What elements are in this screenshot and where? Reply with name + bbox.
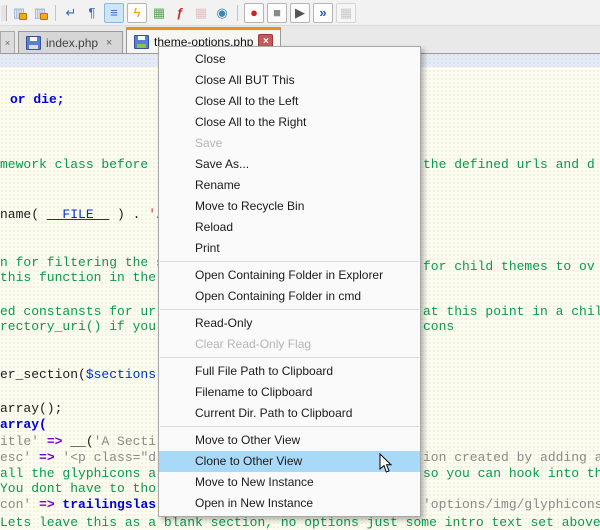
word-wrap-icon[interactable]: ↵ bbox=[62, 4, 80, 22]
monitoring-eye-icon[interactable]: ◉ bbox=[213, 4, 231, 22]
partial-toolbar-icon bbox=[1, 5, 7, 21]
toolbar-separator bbox=[55, 5, 56, 21]
function-list-icon-glyph: ƒ bbox=[176, 6, 183, 19]
macro-record-icon-glyph: ● bbox=[250, 6, 258, 19]
macro-run-multiple-icon[interactable]: » bbox=[313, 3, 333, 23]
lightning-icon[interactable]: ϟ bbox=[127, 3, 147, 23]
menu-item[interactable]: Move to New Instance bbox=[159, 472, 420, 493]
sync-horizontal-scroll-icon[interactable]: ▥ bbox=[31, 4, 49, 22]
menu-separator bbox=[160, 261, 419, 262]
menu-item[interactable]: Open in New Instance bbox=[159, 493, 420, 514]
saved-file-icon bbox=[26, 36, 41, 50]
menu-item[interactable]: Move to Recycle Bin bbox=[159, 196, 420, 217]
menu-item[interactable]: Move to Other View bbox=[159, 430, 420, 451]
menu-item[interactable]: Open Containing Folder in Explorer bbox=[159, 265, 420, 286]
menu-item[interactable]: Read-Only bbox=[159, 313, 420, 334]
word-wrap-icon-glyph: ↵ bbox=[66, 6, 77, 19]
macro-save-icon: ▦ bbox=[336, 3, 356, 23]
toolbar: ▥▥ ↵ ¶ ≡ ϟ ▦ ƒ ▦ ◉ ● ■ ▶ » ▦ bbox=[0, 0, 600, 26]
code-line: the defined urls and d bbox=[423, 158, 595, 172]
code-line: n for filtering the s bbox=[0, 256, 164, 270]
code-line: itle' => __('A Secti bbox=[0, 435, 156, 449]
tab-index.php[interactable]: index.php × bbox=[18, 31, 123, 53]
menu-item: Save bbox=[159, 133, 420, 154]
code-line: 'options/img/glyphicons, bbox=[423, 498, 600, 512]
code-line: er_section($sections bbox=[0, 368, 156, 382]
menu-item[interactable]: Open Containing Folder in cmd bbox=[159, 286, 420, 307]
macro-stop-icon-glyph: ■ bbox=[273, 6, 281, 19]
menu-item[interactable]: Current Dir. Path to Clipboard bbox=[159, 403, 420, 424]
code-line: for child themes to ov bbox=[423, 260, 595, 274]
menu-item: Clear Read-Only Flag bbox=[159, 334, 420, 355]
macro-run-multiple-icon-glyph: » bbox=[319, 6, 326, 19]
macro-play-icon-glyph: ▶ bbox=[295, 6, 305, 19]
macro-save-icon-glyph: ▦ bbox=[340, 6, 352, 19]
macro-play-icon[interactable]: ▶ bbox=[290, 3, 310, 23]
document-map-icon[interactable]: ▦ bbox=[150, 4, 168, 22]
show-all-characters-icon-glyph: ¶ bbox=[89, 6, 96, 19]
code-line: or die; bbox=[10, 93, 65, 107]
code-line: You dont have to tho bbox=[0, 482, 156, 496]
show-all-characters-icon[interactable]: ¶ bbox=[83, 4, 101, 22]
code-line: at this point in a child bbox=[423, 305, 600, 319]
menu-item[interactable]: Close bbox=[159, 49, 420, 70]
lightning-icon-glyph: ϟ bbox=[134, 6, 141, 19]
saved-file-icon bbox=[134, 35, 149, 49]
function-list-icon[interactable]: ƒ bbox=[171, 4, 189, 22]
menu-item[interactable]: Clone to Other View bbox=[159, 451, 420, 472]
doc-switcher-icon-glyph: ▦ bbox=[195, 6, 207, 19]
code-line: ed constansts for ur bbox=[0, 305, 156, 319]
code-line: so you can hook into th bbox=[423, 467, 600, 481]
code-line: ion created by adding a bbox=[423, 451, 600, 465]
macro-record-icon[interactable]: ● bbox=[244, 3, 264, 23]
menu-item[interactable]: Close All to the Right bbox=[159, 112, 420, 133]
menu-item[interactable]: Close All to the Left bbox=[159, 91, 420, 112]
menu-item[interactable]: Close All BUT This bbox=[159, 70, 420, 91]
code-line: con' => trailingslas bbox=[0, 498, 156, 512]
menu-separator bbox=[160, 309, 419, 310]
menu-item[interactable]: Save As... bbox=[159, 154, 420, 175]
code-line: this function in the bbox=[0, 271, 156, 285]
macro-stop-icon[interactable]: ■ bbox=[267, 3, 287, 23]
notepadpp-window: ▥▥↵¶≡ϟ▦ƒ▦◉●■▶»▦ × index.php×theme-option… bbox=[0, 0, 600, 530]
code-line: array(); bbox=[0, 402, 62, 416]
menu-item[interactable]: Reload bbox=[159, 217, 420, 238]
doc-switcher-icon: ▦ bbox=[192, 4, 210, 22]
sync-vertical-scroll-icon[interactable]: ▥ bbox=[10, 4, 28, 22]
menu-separator bbox=[160, 426, 419, 427]
code-line: name( __FILE__ ) . '/ bbox=[0, 208, 164, 222]
code-line: Lets leave this as a blank section, no o… bbox=[0, 516, 600, 530]
menu-item[interactable]: Filename to Clipboard bbox=[159, 382, 420, 403]
context-menu: CloseClose All BUT ThisClose All to the … bbox=[158, 46, 421, 517]
lock-badge bbox=[19, 13, 27, 20]
indent-guide-icon-glyph: ≡ bbox=[110, 6, 118, 19]
menu-item[interactable]: Print bbox=[159, 238, 420, 259]
code-line: array( bbox=[0, 418, 47, 432]
menu-item[interactable]: Full File Path to Clipboard bbox=[159, 361, 420, 382]
partial-tab-close-icon[interactable]: × bbox=[0, 31, 15, 53]
code-line: cons bbox=[423, 320, 454, 334]
document-map-icon-glyph: ▦ bbox=[153, 6, 165, 19]
indent-guide-icon[interactable]: ≡ bbox=[104, 3, 124, 23]
code-line: rectory_uri() if you bbox=[0, 320, 156, 334]
code-line: all the glyphicons a bbox=[0, 467, 156, 481]
monitoring-eye-icon-glyph: ◉ bbox=[216, 6, 227, 19]
tab-label: index.php bbox=[46, 36, 98, 50]
menu-separator bbox=[160, 357, 419, 358]
toolbar-separator bbox=[237, 5, 238, 21]
code-line: esc' => '<p class="d bbox=[0, 451, 156, 465]
tab-close-icon[interactable]: × bbox=[103, 37, 115, 49]
menu-item[interactable]: Rename bbox=[159, 175, 420, 196]
lock-badge bbox=[40, 13, 48, 20]
code-line: mework class before bbox=[0, 158, 148, 172]
